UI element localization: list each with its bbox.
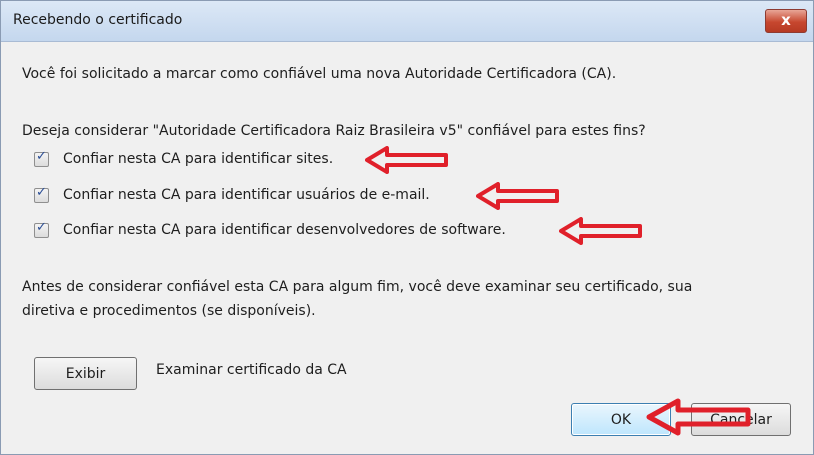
question-text: Deseja considerar "Autoridade Certificad… (22, 123, 646, 139)
option-identify-email[interactable]: ✓ Confiar nesta CA para identificar usuá… (34, 184, 430, 206)
notice-line-1: Antes de considerar confiável esta CA pa… (22, 279, 693, 295)
option-label: Confiar nesta CA para identificar desenv… (63, 222, 506, 238)
arrow-left-icon (476, 182, 559, 210)
view-description: Examinar certificado da CA (156, 362, 347, 378)
certificate-dialog: Recebendo o certificado x Você foi solic… (0, 0, 814, 455)
dialog-content: Você foi solicitado a marcar como confiá… (1, 42, 813, 454)
checkmark-icon: ✓ (36, 148, 47, 164)
close-button[interactable]: x (765, 9, 807, 33)
intro-text: Você foi solicitado a marcar como confiá… (22, 66, 617, 82)
view-button[interactable]: Exibir (34, 357, 137, 390)
notice-line-2: diretiva e procedimentos (se disponíveis… (22, 303, 316, 319)
window-title: Recebendo o certificado (13, 12, 183, 28)
checkmark-icon: ✓ (36, 219, 47, 235)
option-identify-sites[interactable]: ✓ Confiar nesta CA para identificar site… (34, 148, 333, 170)
email-checkbox[interactable]: ✓ (34, 184, 49, 203)
arrow-left-icon (559, 217, 642, 245)
title-bar[interactable]: Recebendo o certificado x (1, 1, 813, 42)
developers-checkbox[interactable]: ✓ (34, 219, 49, 238)
arrow-left-icon (646, 398, 751, 436)
option-label: Confiar nesta CA para identificar sites. (63, 151, 334, 167)
close-icon: x (781, 11, 791, 29)
option-label: Confiar nesta CA para identificar usuári… (63, 187, 430, 203)
checkmark-icon: ✓ (36, 184, 47, 200)
sites-checkbox[interactable]: ✓ (34, 148, 49, 167)
arrow-left-icon (365, 146, 448, 174)
option-identify-developers[interactable]: ✓ Confiar nesta CA para identificar dese… (34, 219, 506, 241)
